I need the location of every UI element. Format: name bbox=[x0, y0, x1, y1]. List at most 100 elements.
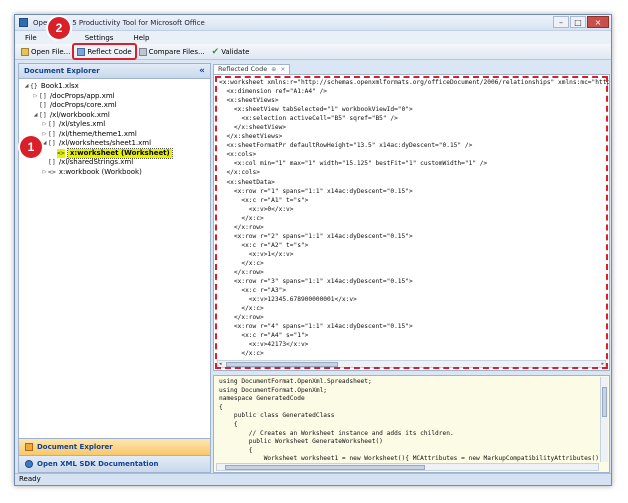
folder-icon bbox=[21, 47, 29, 56]
generated-code-area[interactable]: using DocumentFormat.OpenXml.Spreadsheet… bbox=[219, 378, 599, 462]
tree-item[interactable]: ▷[]/xl/theme/theme1.xml bbox=[19, 130, 210, 140]
code-vertical-scrollbar[interactable] bbox=[600, 377, 608, 462]
status-text: Ready bbox=[19, 475, 41, 483]
xml-view[interactable]: <x:worksheet xmlns:r="http://schemas.ope… bbox=[213, 74, 610, 371]
code-line: public Worksheet GenerateWorksheet() bbox=[219, 438, 383, 446]
xml-line: </x:c> bbox=[219, 259, 264, 267]
tree-expander-icon[interactable]: ◢ bbox=[41, 139, 48, 149]
menu-settings[interactable]: Settings bbox=[85, 34, 114, 42]
code-vscroll-thumb[interactable] bbox=[602, 387, 607, 417]
reflect-code-button[interactable]: Reflect Code bbox=[72, 43, 137, 60]
xml-line: <x:sheetData> bbox=[219, 178, 275, 186]
xml-line: </x:sheetViews> bbox=[219, 133, 283, 141]
xml-line: <x:row r="3" spans="1:1" x14ac:dyDescent… bbox=[219, 278, 413, 286]
code-line: Worksheet worksheet1 = new Worksheet(){ … bbox=[219, 455, 599, 462]
compare-files-button[interactable]: Compare Files... bbox=[136, 45, 208, 58]
tree-item-selected[interactable]: <> x:worksheet (Worksheet) bbox=[19, 147, 210, 159]
tree-item-label: /docProps/core.xml bbox=[49, 101, 117, 109]
tree-item[interactable]: ◢[]/xl/worksheets/sheet1.xml bbox=[19, 139, 210, 149]
tree-item[interactable]: ▷[]/docProps/app.xml bbox=[19, 92, 210, 102]
document-tree: ◢{} Book1.xlsx ▷[]/docProps/app.xml[]/docP… bbox=[19, 79, 210, 177]
document-explorer-tab-label: Document Explorer bbox=[37, 443, 113, 451]
tree-item-label: x:worksheet (Worksheet) bbox=[66, 147, 173, 159]
tree-expander-icon[interactable]: ▷ bbox=[41, 130, 48, 140]
tree-item-label: /xl/sharedStrings.xml bbox=[58, 158, 134, 166]
close-icon[interactable]: × bbox=[587, 16, 609, 28]
menu-help[interactable]: Help bbox=[133, 34, 149, 42]
xml-line: <x:selection activeCell="B5" sqref="B5" … bbox=[219, 115, 398, 123]
validate-label: Validate bbox=[221, 47, 250, 56]
tree-node-icon: [] bbox=[48, 129, 56, 138]
explorer-icon bbox=[25, 443, 33, 451]
tree-item-label: Book1.xlsx bbox=[40, 82, 79, 90]
xml-line: </x:row> bbox=[219, 314, 264, 322]
document-explorer-tab[interactable]: Document Explorer bbox=[19, 438, 210, 455]
reflect-code-icon bbox=[77, 47, 86, 56]
xml-line: <x:row r="4" spans="1:1" x14ac:dyDescent… bbox=[219, 323, 413, 331]
tree-item[interactable]: ▷ <> x:workbook (Workbook) bbox=[19, 168, 210, 178]
tree-item-label: /xl/workbook.xml bbox=[49, 110, 110, 119]
xml-line: <x:c r="A2" t="s"> bbox=[219, 241, 309, 249]
toolbar: Open File... Reflect Code Compare Files.… bbox=[15, 43, 611, 60]
code-line: namespace GeneratedCode bbox=[219, 395, 305, 403]
minimize-icon[interactable]: – bbox=[553, 16, 569, 28]
tree-item[interactable]: []/docProps/core.xml bbox=[19, 101, 210, 111]
tree-item[interactable]: ◢[]/xl/workbook.xml bbox=[19, 111, 210, 121]
tab-reflected-code[interactable]: Reflected Code ⊕ × bbox=[213, 64, 291, 74]
step-badge-1: 1 bbox=[20, 136, 42, 158]
xml-line: <x:v>0</x:v> bbox=[219, 205, 294, 213]
xml-horizontal-scrollbar[interactable]: ◂ ▸ bbox=[217, 360, 606, 368]
tree-expander-icon[interactable]: ◢ bbox=[32, 111, 39, 121]
collapse-pane-icon[interactable]: « bbox=[199, 66, 205, 76]
xml-line: <x:dimension ref="A1:A4" /> bbox=[219, 88, 328, 96]
xml-line: </x:c> bbox=[219, 214, 264, 222]
menu-file[interactable]: File bbox=[25, 34, 37, 42]
generated-code-view[interactable]: using DocumentFormat.OpenXml.Spreadsheet… bbox=[213, 375, 610, 473]
scroll-left-icon[interactable]: ◂ bbox=[219, 361, 222, 367]
tree-item[interactable]: ▷[]/xl/styles.xml bbox=[19, 120, 210, 130]
code-line: // Creates an Worksheet instance and add… bbox=[219, 429, 454, 437]
maximize-icon[interactable]: □ bbox=[570, 16, 586, 28]
validate-button[interactable]: ✔ Validate bbox=[209, 45, 253, 58]
xml-line: </x:c> bbox=[219, 305, 264, 313]
xml-line: <x:c r="A3"> bbox=[219, 287, 287, 295]
step-badge-2: 2 bbox=[48, 17, 70, 39]
tree-node-icon: [] bbox=[39, 110, 47, 119]
tree-expander-icon[interactable]: ▷ bbox=[41, 168, 48, 178]
xml-line: <x:c r="A4" s="1"> bbox=[219, 332, 309, 340]
tree-expander-icon[interactable]: ◢ bbox=[23, 82, 30, 92]
code-horizontal-scrollbar[interactable] bbox=[216, 463, 599, 471]
document-explorer-title: Document Explorer bbox=[24, 67, 100, 75]
tab-reflected-code-label: Reflected Code bbox=[218, 65, 268, 73]
tree-node-icon: [] bbox=[48, 120, 56, 128]
tree-item-label: /xl/theme/theme1.xml bbox=[58, 129, 137, 138]
xml-line: <x:v>42173</x:v> bbox=[219, 341, 309, 349]
compare-files-label: Compare Files... bbox=[148, 47, 205, 56]
tree-expander-icon[interactable]: ▷ bbox=[32, 92, 39, 102]
tree-node-icon: [] bbox=[39, 91, 47, 100]
xml-line: <x:v>1</x:v> bbox=[219, 250, 294, 258]
code-hscroll-thumb[interactable] bbox=[225, 465, 425, 470]
close-tab-icon[interactable]: × bbox=[280, 65, 285, 74]
tree-expander-icon[interactable]: ▷ bbox=[41, 120, 48, 130]
checkmark-icon: ✔ bbox=[211, 46, 220, 57]
title-bar[interactable]: OpenX K 2.5 Productivity Tool for Micros… bbox=[15, 15, 611, 31]
xml-line: <x:cols> bbox=[219, 151, 257, 159]
open-file-button[interactable]: Open File... bbox=[18, 45, 73, 58]
tree-item[interactable]: []/xl/sharedStrings.xml bbox=[19, 158, 210, 168]
document-explorer-pane: Document Explorer « ◢{} Book1.xlsx ▷[]/doc… bbox=[18, 63, 211, 473]
sdk-documentation-tab[interactable]: Open XML SDK Documentation bbox=[19, 455, 210, 472]
tree-item[interactable]: ◢{} Book1.xlsx bbox=[19, 82, 210, 92]
pin-icon[interactable]: ⊕ bbox=[271, 65, 276, 74]
xml-line: <x:col min="1" max="1" width="15.125" be… bbox=[219, 160, 488, 168]
explorer-footer: Document Explorer Open XML SDK Documenta… bbox=[19, 438, 210, 472]
tree-item-label: /xl/styles.xml bbox=[58, 120, 106, 128]
xml-line: </x:cols> bbox=[219, 169, 260, 177]
xml-line: <x:sheetView tabSelected="1" workbookVie… bbox=[219, 106, 413, 114]
xml-scroll-thumb[interactable] bbox=[226, 362, 338, 367]
xml-code-area[interactable]: <x:worksheet xmlns:r="http://schemas.ope… bbox=[219, 78, 609, 358]
tree-node-icon: <> bbox=[48, 167, 56, 176]
scroll-right-icon[interactable]: ▸ bbox=[601, 361, 604, 367]
xml-line: <x:c r="A1" t="s"> bbox=[219, 196, 309, 204]
open-file-label: Open File... bbox=[31, 47, 71, 56]
